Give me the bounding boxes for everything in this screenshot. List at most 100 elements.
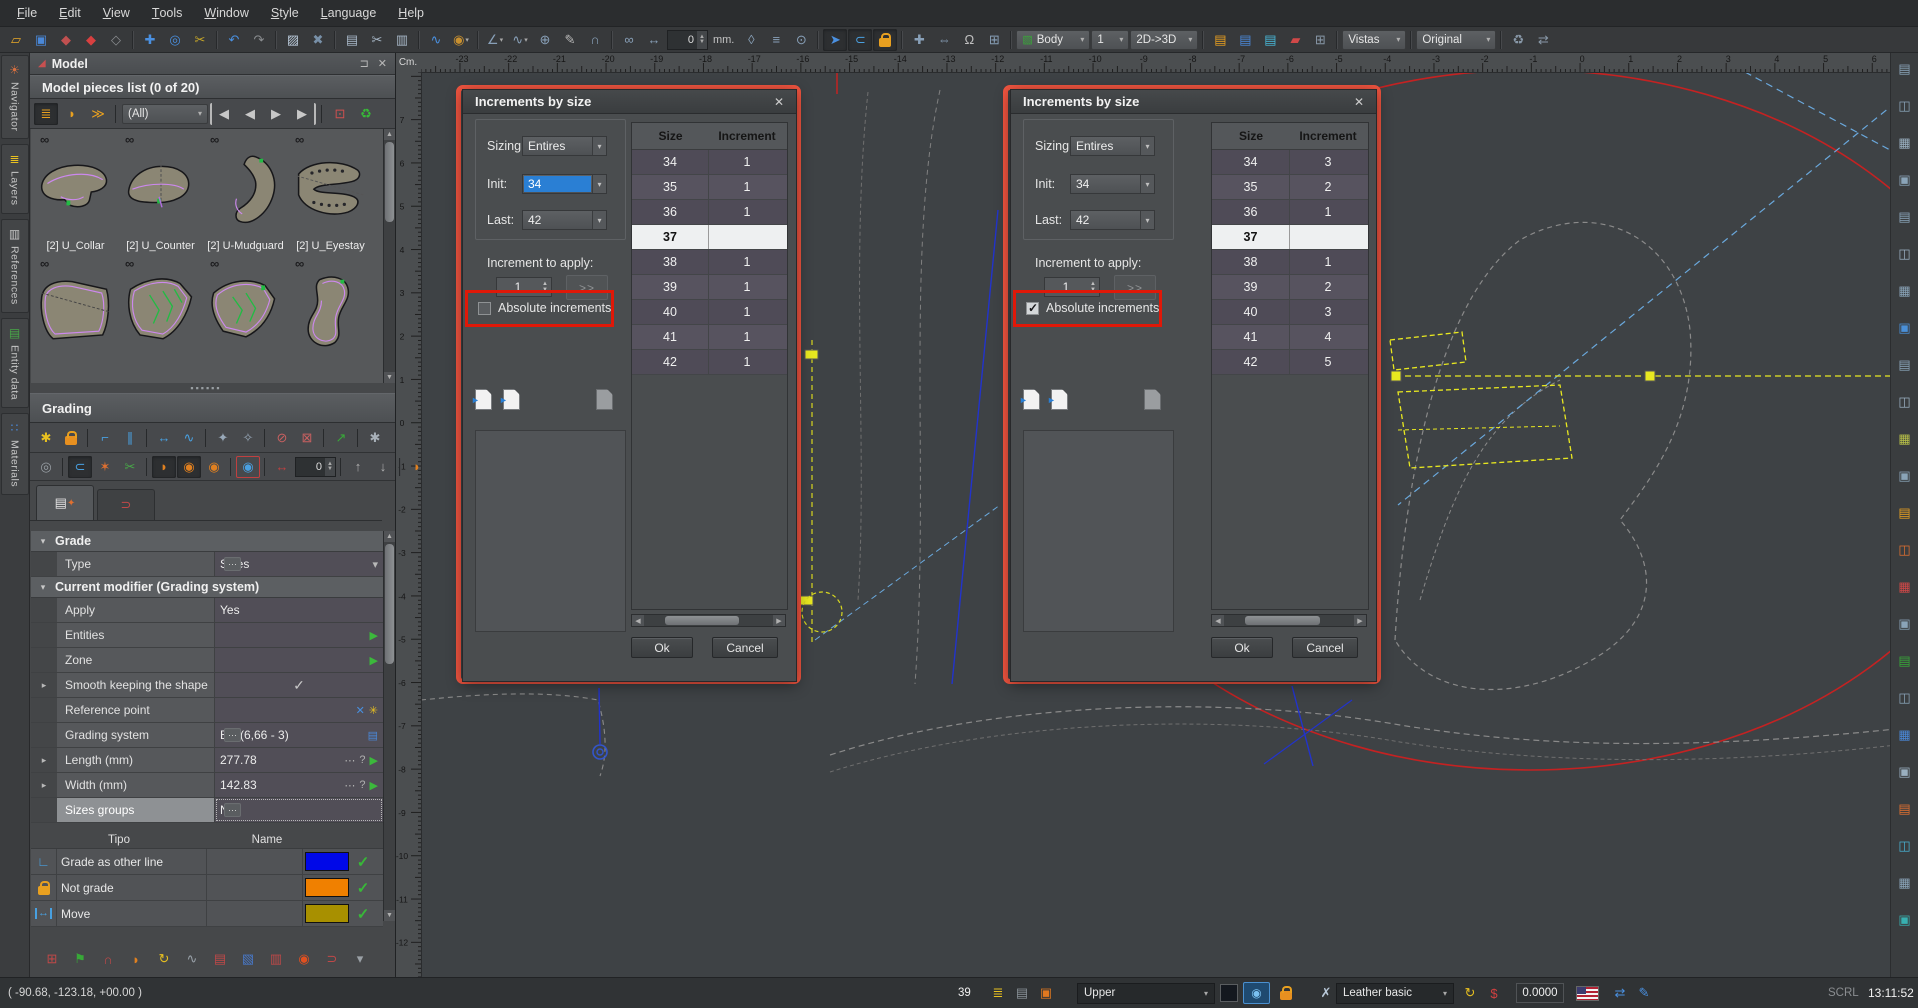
omega-icon[interactable]: Ω [957, 29, 981, 51]
property-row-smooth-keeping-the-shape[interactable]: ▸Smooth keeping the shape✓ [31, 673, 383, 698]
group-header[interactable]: ▾Grade [31, 531, 383, 552]
box-red-icon[interactable]: ▥ [264, 948, 288, 970]
table-scrollbar[interactable]: ◀▶ [631, 614, 786, 627]
stitch-icon[interactable]: ≡ [764, 29, 788, 51]
dropdown-body[interactable]: ▧Body▾ [1016, 30, 1090, 50]
color-swatch[interactable] [305, 904, 349, 923]
panel-c-icon[interactable]: ▣ [1894, 464, 1916, 488]
view-3d-icon[interactable]: ▤ [1894, 57, 1916, 81]
increment-cell[interactable]: 1 [1290, 200, 1366, 224]
hammer-a-icon[interactable]: ✦ [211, 427, 235, 449]
property-row-type[interactable]: TypeSizes▾⋯ [31, 552, 383, 577]
dropdown-size-number[interactable]: 1▾ [1091, 30, 1129, 50]
color-swatch[interactable] [305, 852, 349, 871]
menu-file[interactable]: File [6, 0, 48, 26]
chevron-down-icon[interactable]: ▾ [592, 211, 606, 229]
legend-name-cell[interactable] [207, 849, 303, 874]
arc-tool-icon[interactable]: ∩ [583, 29, 607, 51]
visibility-eye-button[interactable]: ◉ [1243, 982, 1270, 1004]
pin-icon[interactable]: ⊐ [360, 57, 369, 70]
dimension-icon[interactable]: ↔ [642, 29, 666, 51]
nav-first-icon[interactable]: ◀ [210, 103, 236, 125]
new-increments-file-button[interactable]: ► [1023, 389, 1040, 410]
tab-grading-magnet[interactable]: ⊃ [97, 489, 155, 520]
piece-2[interactable]: ∞[2] U_Counter [118, 131, 203, 255]
spinner-arrows-icon[interactable]: ▲▼ [697, 31, 707, 49]
menu-edit[interactable]: Edit [48, 0, 92, 26]
size-row-42[interactable]: 425 [1212, 350, 1368, 375]
increment-cell[interactable]: 1 [709, 250, 785, 274]
punch-icon[interactable]: ⊙ [789, 29, 813, 51]
property-row-length-mm-[interactable]: ▸Length (mm)277.78⋯?▶ [31, 748, 383, 773]
tab-layers[interactable]: ≣Layers [1, 144, 29, 214]
legend-name-cell[interactable] [207, 901, 303, 926]
scroll-thumb[interactable] [665, 616, 740, 625]
layers-status-icon[interactable]: ≣ [986, 978, 1010, 1008]
sizing-dropdown[interactable]: Entires▾ [522, 136, 607, 156]
cut-icon[interactable]: ✂ [365, 29, 389, 51]
export-pieces-icon[interactable]: ♻ [354, 103, 378, 125]
size-row-42[interactable]: 421 [632, 350, 787, 375]
init-dropdown[interactable]: 34▾ [522, 174, 607, 194]
node-view-2-icon[interactable]: ◉ [202, 456, 226, 478]
tab-grade-values[interactable]: ▤✦ [36, 485, 94, 520]
pan-icon[interactable]: ✚ [138, 29, 162, 51]
magnet-tool-icon[interactable]: ⊃ [320, 948, 344, 970]
property-row-entities[interactable]: Entities▶ [31, 623, 383, 648]
sync-status-icon[interactable]: ⇄ [1608, 978, 1632, 1008]
property-row-grading-system[interactable]: Grading systemEU (6,66 - 3)▤⋯ [31, 723, 383, 748]
absolute-increments-checkbox[interactable] [1026, 302, 1039, 315]
amber-tool-icon[interactable]: ▤ [1894, 797, 1916, 821]
increment-cell[interactable] [1290, 225, 1366, 249]
dropdown-vistas[interactable]: Vistas▾ [1342, 30, 1406, 50]
spinner-arrows-icon[interactable]: ▲▼ [539, 278, 551, 296]
panel-a-icon[interactable]: ▤ [1894, 353, 1916, 377]
scroll-down-icon[interactable]: ▼ [384, 372, 395, 383]
view-all-pieces-icon[interactable]: ≣ [34, 103, 58, 125]
model-panel-titlebar[interactable]: ◢ Model ⊐ ✕ [30, 53, 395, 75]
scroll-left-icon[interactable]: ◀ [1212, 615, 1224, 626]
menu-help[interactable]: Help [387, 0, 435, 26]
pieces-scrollbar[interactable]: ▲ ▼ [383, 129, 395, 383]
scroll-right-icon[interactable]: ▶ [773, 615, 785, 626]
piece-thumbnail[interactable] [36, 146, 116, 240]
increment-cell[interactable]: 1 [709, 325, 785, 349]
d-orange-icon[interactable]: ◗ [124, 948, 148, 970]
menu-language[interactable]: Language [310, 0, 388, 26]
size-row-37[interactable]: 37 [1212, 225, 1368, 250]
more-icon[interactable]: ⋯ [224, 557, 241, 571]
tab-entity-data[interactable]: ▤Entity data [1, 318, 29, 408]
hammer-b-icon[interactable]: ✧ [236, 427, 260, 449]
increment-cell[interactable]: 5 [1290, 350, 1366, 374]
piece-5[interactable]: ∞ [33, 255, 118, 361]
arc-red-icon[interactable]: ∩ [96, 948, 120, 970]
redo-icon[interactable]: ↷ [247, 29, 271, 51]
tab-navigator[interactable]: ☀Navigator [1, 55, 29, 139]
node-add-icon[interactable]: ✶ [93, 456, 117, 478]
scroll-track[interactable] [1224, 615, 1354, 626]
size-row-37[interactable]: 37 [632, 225, 787, 250]
size-row-40[interactable]: 401 [632, 300, 787, 325]
zigzag-grade-icon[interactable]: ∿ [177, 427, 201, 449]
gear-add-icon[interactable]: ✱ [34, 427, 58, 449]
scroll-left-icon[interactable]: ◀ [632, 615, 644, 626]
size-row-40[interactable]: 403 [1212, 300, 1368, 325]
properties-scrollbar[interactable]: ▲ ▼ [383, 531, 395, 921]
red-tool-icon[interactable]: ▦ [1894, 575, 1916, 599]
dialog-titlebar[interactable]: Increments by size✕ [1011, 90, 1376, 114]
wave-tool-icon[interactable]: ∿ [180, 948, 204, 970]
no-grade-tool-icon[interactable]: ⊘ [270, 427, 294, 449]
increment-cell[interactable]: 3 [1290, 150, 1366, 174]
span-measure-icon[interactable]: ↔ [270, 456, 294, 478]
panel-f-icon[interactable]: ▣ [1894, 760, 1916, 784]
tools-status-icon[interactable]: ✗ [1314, 978, 1338, 1008]
paste-icon[interactable]: ▥ [390, 29, 414, 51]
mail-tool-icon[interactable]: ▤ [208, 948, 232, 970]
view-panel-icon[interactable]: ◫ [1894, 94, 1916, 118]
open-file-icon[interactable]: ▱ [4, 29, 28, 51]
dropdown-original[interactable]: Original▾ [1416, 30, 1496, 50]
increment-cell[interactable] [709, 225, 785, 249]
group-header[interactable]: ▾Current modifier (Grading system) [31, 577, 383, 598]
menu-window[interactable]: Window [193, 0, 259, 26]
init-dropdown[interactable]: 34▾ [1070, 174, 1155, 194]
